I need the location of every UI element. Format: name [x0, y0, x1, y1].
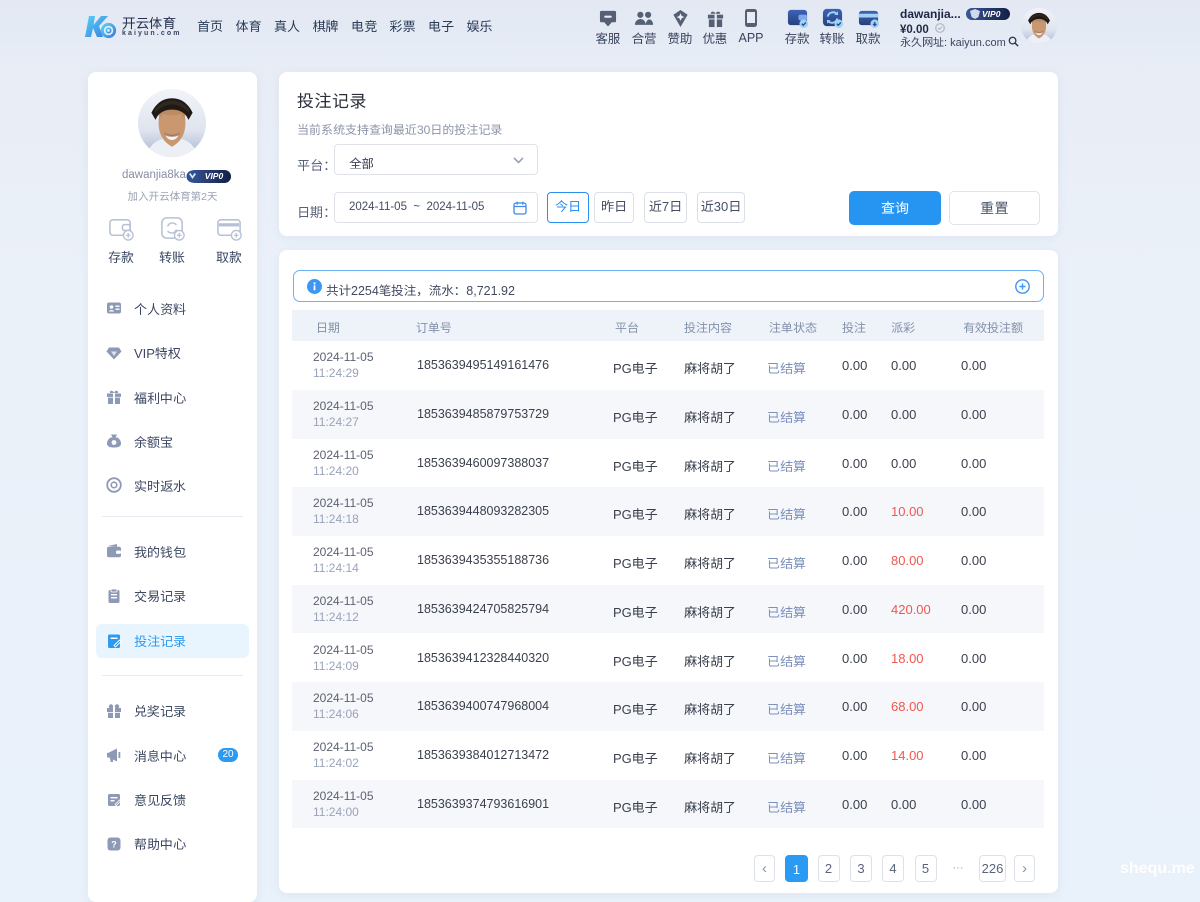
svg-text:?: ? [111, 839, 117, 849]
